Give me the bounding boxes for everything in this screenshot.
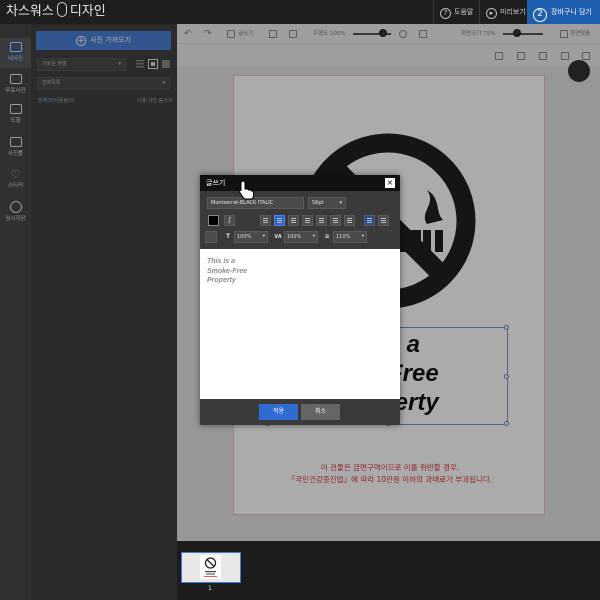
justify-icon (305, 218, 310, 223)
line-height-select[interactable]: 110% ▾ (333, 231, 367, 243)
chevron-down-icon: ▾ (339, 200, 342, 206)
justify-left-icon (319, 218, 324, 223)
justify-left-button[interactable] (316, 215, 327, 226)
cart-label: 장바구니 담기 (551, 8, 592, 16)
page-number: 1 (208, 585, 212, 592)
justify-center-icon (333, 218, 338, 223)
align-left-button[interactable] (260, 215, 271, 226)
letter-spacing-value: 100% (287, 234, 302, 240)
nav-label: 내사진 (7, 56, 24, 62)
header: 차스워스 디자인 ? 도움말 ▸ 미리보기 2 장바구니 담기 (0, 0, 600, 24)
step-badge: 2 (533, 8, 547, 22)
frame-icon (9, 137, 22, 147)
phone-case-icon (56, 2, 67, 17)
chevron-down-icon: ▾ (262, 234, 265, 239)
mouse-cursor-icon (238, 180, 254, 200)
shape-icon (9, 104, 22, 114)
nav-temp-save[interactable]: 임시저장 (0, 197, 31, 227)
preview-label: 미리보기 (500, 8, 526, 16)
font-size-value: 56pt (312, 200, 324, 206)
align-center-button[interactable] (274, 215, 285, 226)
question-icon: ? (440, 8, 451, 19)
photo-icon (9, 42, 22, 52)
nav-stickers[interactable]: ♡ 스티커 (0, 166, 31, 196)
brand-left: 차스워스 (6, 4, 54, 19)
nav-free-photos[interactable]: 무료사진 (0, 70, 31, 100)
nav-my-photos[interactable]: 내사진 (0, 38, 31, 68)
left-nav: 내사진 무료사진 도형 사진틀 ♡ 스티커 임시저장 (0, 24, 31, 600)
thumbnail-preview (200, 555, 221, 579)
align-center-icon (277, 218, 282, 223)
nav-label: 도형 (10, 118, 21, 124)
line-height-icon: ≡ (324, 233, 330, 240)
nav-frames[interactable]: 사진틀 (0, 133, 31, 163)
nav-label: 사진틀 (7, 151, 24, 157)
background-color-button[interactable] (205, 231, 217, 243)
letter-spacing-icon: VA (274, 234, 282, 240)
help-label: 도움말 (454, 8, 474, 16)
nav-label: 스티커 (7, 183, 24, 189)
vertical-text-button[interactable] (364, 215, 375, 226)
text-height-select[interactable]: 100% ▾ (234, 231, 268, 243)
page-thumbnail[interactable] (181, 552, 241, 583)
text-edit-dialog: 글쓰기 × Montserrat-BLACK ITALIC 56pt ▾ I T … (200, 175, 400, 425)
justify-button[interactable] (302, 215, 313, 226)
clock-icon (9, 201, 22, 213)
image-icon (9, 74, 22, 84)
align-right-button[interactable] (288, 215, 299, 226)
heart-icon: ♡ (10, 168, 21, 181)
close-icon[interactable]: × (385, 178, 395, 188)
align-right-icon (291, 218, 296, 223)
cancel-button[interactable]: 취소 (301, 404, 340, 420)
align-left-icon (263, 218, 268, 223)
nav-label: 임시저장 (5, 216, 26, 222)
text-input-area[interactable]: This is a Smoke-Free Property (200, 249, 400, 399)
nav-label: 무료사진 (5, 88, 26, 94)
add-to-cart-button[interactable]: 2 장바구니 담기 (527, 0, 600, 24)
dialog-title-bar[interactable]: 글쓰기 × (200, 175, 400, 191)
text-bar-button[interactable] (378, 215, 389, 226)
text-height-value: 100% (237, 234, 252, 240)
text-height-icon: T (225, 233, 231, 240)
font-select[interactable]: Montserrat-BLACK ITALIC (207, 197, 304, 209)
line-height-value: 110% (336, 234, 351, 240)
brand-right: 디자인 (69, 4, 106, 19)
text-content: This is a Smoke-Free Property (207, 257, 247, 286)
play-icon: ▸ (486, 8, 497, 19)
letter-spacing-select[interactable]: 100% ▾ (284, 231, 318, 243)
justify-center-button[interactable] (330, 215, 341, 226)
help-button[interactable]: ? 도움말 (433, 0, 476, 24)
text-line: Smoke-Free (207, 267, 248, 275)
apply-button[interactable]: 적용 (259, 404, 298, 420)
chevron-down-icon: ▾ (312, 234, 315, 239)
justify-right-button[interactable] (344, 215, 355, 226)
justify-right-icon (347, 218, 352, 223)
vertical-text-icon (367, 218, 372, 223)
font-size-select[interactable]: 56pt ▾ (308, 197, 346, 209)
dialog-title: 글쓰기 (206, 179, 226, 187)
chevron-down-icon: ▾ (361, 234, 364, 239)
text-color-swatch[interactable] (208, 215, 219, 226)
text-line: Property (207, 277, 236, 284)
nav-shapes[interactable]: 도형 (0, 100, 31, 130)
text-bar-icon (381, 218, 386, 223)
text-line: This is a (207, 258, 236, 265)
logo: 차스워스 디자인 (6, 2, 106, 22)
preview-button[interactable]: ▸ 미리보기 (479, 0, 526, 24)
italic-button[interactable]: I (224, 215, 235, 226)
